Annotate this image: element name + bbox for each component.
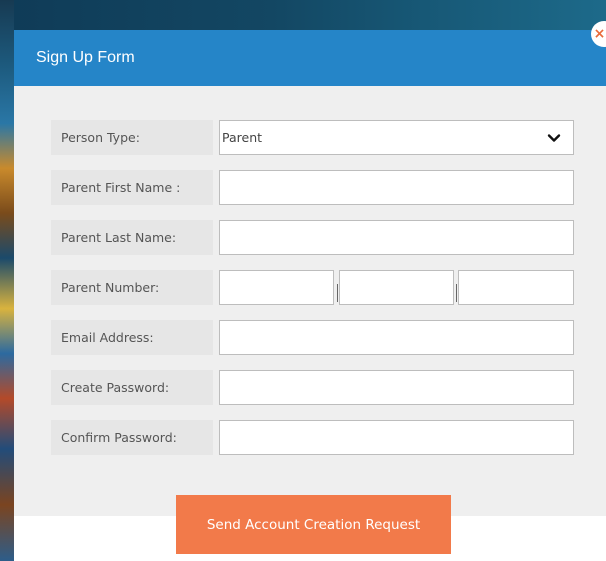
last-name-label: Parent Last Name: xyxy=(51,220,213,255)
close-icon: × xyxy=(593,26,606,42)
background-page-top xyxy=(0,0,606,30)
sign-up-modal: Sign Up Form Person Type: Parent Parent … xyxy=(14,30,606,561)
confirm-password-input[interactable] xyxy=(219,420,574,455)
first-name-row: Parent First Name : xyxy=(51,170,574,205)
phone-separator xyxy=(456,284,457,302)
phone-part-2-input[interactable] xyxy=(339,270,454,305)
first-name-label: Parent First Name : xyxy=(51,170,213,205)
phone-part-1-input[interactable] xyxy=(219,270,334,305)
create-password-label: Create Password: xyxy=(51,370,213,405)
first-name-input[interactable] xyxy=(219,170,574,205)
email-label: Email Address: xyxy=(51,320,213,355)
parent-number-row: Parent Number: xyxy=(51,270,574,305)
confirm-password-label: Confirm Password: xyxy=(51,420,213,455)
person-type-label: Person Type: xyxy=(51,120,213,155)
last-name-row: Parent Last Name: xyxy=(51,220,574,255)
person-type-value: Parent xyxy=(222,130,263,145)
chevron-down-icon xyxy=(547,133,561,142)
sign-up-form: Person Type: Parent Parent First Name : … xyxy=(14,86,606,516)
create-password-row: Create Password: xyxy=(51,370,574,405)
phone-part-3-input[interactable] xyxy=(458,270,574,305)
modal-header: Sign Up Form xyxy=(14,30,606,86)
email-input[interactable] xyxy=(219,320,574,355)
person-type-select[interactable]: Parent xyxy=(219,120,574,155)
modal-title: Sign Up Form xyxy=(36,49,135,66)
phone-separator xyxy=(337,284,338,302)
create-password-input[interactable] xyxy=(219,370,574,405)
parent-number-label: Parent Number: xyxy=(51,270,213,305)
person-type-row: Person Type: Parent xyxy=(51,120,574,155)
page: Sign Up Form Person Type: Parent Parent … xyxy=(0,0,606,561)
last-name-input[interactable] xyxy=(219,220,574,255)
confirm-password-row: Confirm Password: xyxy=(51,420,574,455)
email-row: Email Address: xyxy=(51,320,574,355)
send-account-request-button[interactable]: Send Account Creation Request xyxy=(176,495,451,554)
background-page-edge xyxy=(0,0,14,561)
